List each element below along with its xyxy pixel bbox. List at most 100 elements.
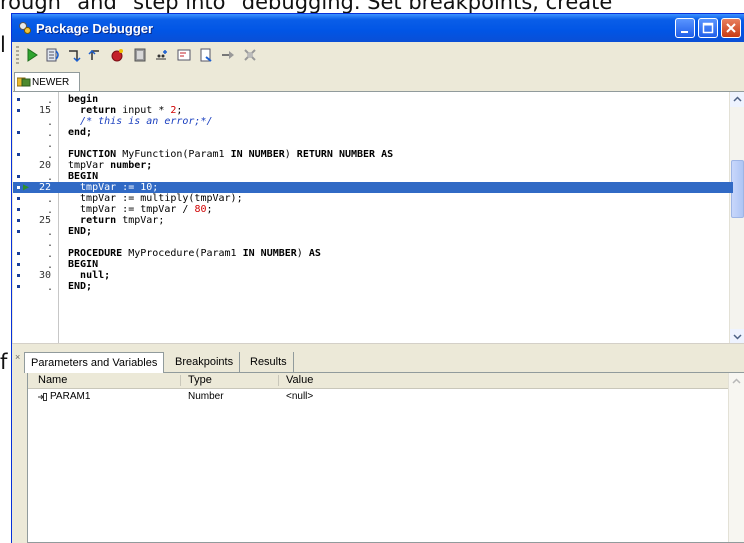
code-text: END; [68, 226, 92, 237]
code-text: return input * 2; [68, 105, 182, 116]
code-line[interactable]: . FUNCTION MyFunction(Param1 IN NUMBER) R… [13, 149, 733, 161]
code-line[interactable]: . tmpVar := tmpVar / 80; [13, 204, 733, 216]
maximize-button[interactable] [698, 18, 718, 38]
watch-icon[interactable] [153, 47, 169, 63]
code-text: BEGIN [68, 171, 98, 182]
code-text: PROCEDURE MyProcedure(Param1 IN NUMBER) … [68, 248, 321, 259]
terminate-icon[interactable] [242, 47, 258, 63]
executable-line-marker[interactable] [17, 274, 20, 277]
code-editor[interactable]: . begin 15 return input * 2;. /* this is a… [13, 91, 744, 344]
executable-line-marker[interactable] [17, 131, 20, 134]
background-left-text-2: f [0, 350, 8, 374]
pause-icon[interactable] [132, 47, 148, 63]
code-token: AS [308, 248, 321, 259]
executable-line-marker[interactable] [17, 109, 20, 112]
code-line[interactable]: . /* this is an error;*/ [13, 116, 733, 128]
grid-vertical-scrollbar[interactable] [728, 373, 744, 542]
executable-line-marker[interactable] [17, 263, 20, 266]
code-text: BEGIN [68, 259, 98, 270]
tab-newer[interactable]: NEWER [14, 72, 80, 91]
tab-breakpoints[interactable]: Breakpoints [169, 352, 241, 372]
package-debugger-window: Package Debugger NEWER . begin 15 return… [11, 13, 744, 543]
close-button[interactable] [721, 18, 741, 38]
code-token: tmpVar := multiply(tmpVar); [68, 193, 243, 204]
code-text: tmpVar := multiply(tmpVar); [68, 193, 243, 204]
run-icon[interactable] [24, 47, 40, 63]
line-number: 15 [38, 105, 51, 116]
code-token: ) [296, 248, 309, 259]
code-line[interactable]: . end; [13, 127, 733, 139]
debug-info-panel: × Parameters and Variables Breakpoints R… [12, 348, 744, 543]
step-out-icon[interactable] [87, 47, 103, 63]
chevron-up-icon [732, 378, 741, 384]
code-token: END; [68, 226, 93, 237]
code-line[interactable]: . [13, 237, 733, 249]
code-line[interactable]: . tmpVar := multiply(tmpVar); [13, 193, 733, 205]
data-icon[interactable] [198, 47, 214, 63]
column-separator[interactable] [180, 375, 181, 386]
code-token: tmpVar := 10; [68, 182, 159, 193]
code-token: BEGIN [68, 259, 99, 270]
code-line[interactable]: . PROCEDURE MyProcedure(Param1 IN NUMBER)… [13, 248, 733, 260]
executable-line-marker[interactable] [17, 230, 20, 233]
code-token: ; [176, 105, 183, 116]
code-line[interactable]: . END; [13, 226, 733, 238]
code-line[interactable]: 25 return tmpVar; [13, 215, 733, 226]
code-line[interactable]: . begin [13, 94, 733, 106]
executable-line-marker[interactable] [17, 175, 20, 178]
table-row[interactable]: PARAM1 Number <null> [28, 391, 728, 404]
code-line[interactable]: 30 null; [13, 270, 733, 281]
tab-parameters-and-variables[interactable]: Parameters and Variables [24, 352, 165, 373]
evaluate-icon[interactable] [176, 47, 192, 63]
executable-line-marker[interactable] [17, 197, 20, 200]
code-line[interactable]: . END; [13, 281, 733, 293]
code-line[interactable]: . BEGIN [13, 171, 733, 183]
current-execution-line[interactable]: ▶ 22 tmpVar := 10; [13, 182, 733, 193]
executable-line-marker[interactable] [17, 186, 20, 189]
code-token: RETURN NUMBER AS [296, 149, 394, 160]
grid-header: Name Type Value [28, 373, 728, 389]
tab-results[interactable]: Results [244, 352, 294, 372]
code-line[interactable]: 20 tmpVar number; [13, 160, 733, 171]
title-bar[interactable]: Package Debugger [12, 14, 744, 42]
column-header-type[interactable]: Type [188, 374, 212, 386]
code-text: /* this is an error;*/ [68, 116, 212, 127]
code-token: ) [284, 149, 297, 160]
executable-line-marker[interactable] [17, 208, 20, 211]
close-panel-icon[interactable]: × [15, 352, 20, 362]
executable-line-marker[interactable] [17, 252, 20, 255]
column-header-name[interactable]: Name [38, 374, 67, 386]
code-token: return [80, 215, 117, 226]
param-type: Number [188, 391, 224, 402]
column-header-value[interactable]: Value [286, 374, 313, 386]
toolbar-grip[interactable] [16, 46, 19, 66]
code-token: null; [80, 270, 111, 281]
line-number: 22 [38, 182, 51, 193]
breakpoint-icon[interactable] [109, 47, 125, 63]
debugger-app-icon [19, 22, 31, 34]
executable-line-marker[interactable] [17, 219, 20, 222]
line-number-dot: . [47, 282, 54, 293]
code-token: END; [68, 281, 93, 292]
code-line[interactable]: 15 return input * 2; [13, 105, 733, 116]
code-line[interactable]: . BEGIN [13, 259, 733, 271]
code-token: end; [68, 127, 93, 138]
code-token: BEGIN [68, 171, 99, 182]
executable-line-marker[interactable] [17, 153, 20, 156]
executable-line-marker[interactable] [17, 98, 20, 101]
code-token: ; [206, 204, 213, 215]
step-over-icon[interactable] [45, 47, 61, 63]
scroll-down-button[interactable] [730, 329, 744, 344]
param-name: PARAM1 [50, 391, 91, 402]
debug-toolbar [12, 42, 744, 69]
code-line[interactable]: . [13, 138, 733, 150]
background-left-text-1: l [0, 33, 6, 57]
window-title: Package Debugger [36, 21, 154, 36]
step-into-icon[interactable] [66, 47, 82, 63]
document-tab-bar: NEWER [12, 69, 744, 91]
abort-icon[interactable] [220, 47, 236, 63]
column-separator[interactable] [278, 375, 279, 386]
minimize-button[interactable] [675, 18, 695, 38]
executable-line-marker[interactable] [17, 285, 20, 288]
